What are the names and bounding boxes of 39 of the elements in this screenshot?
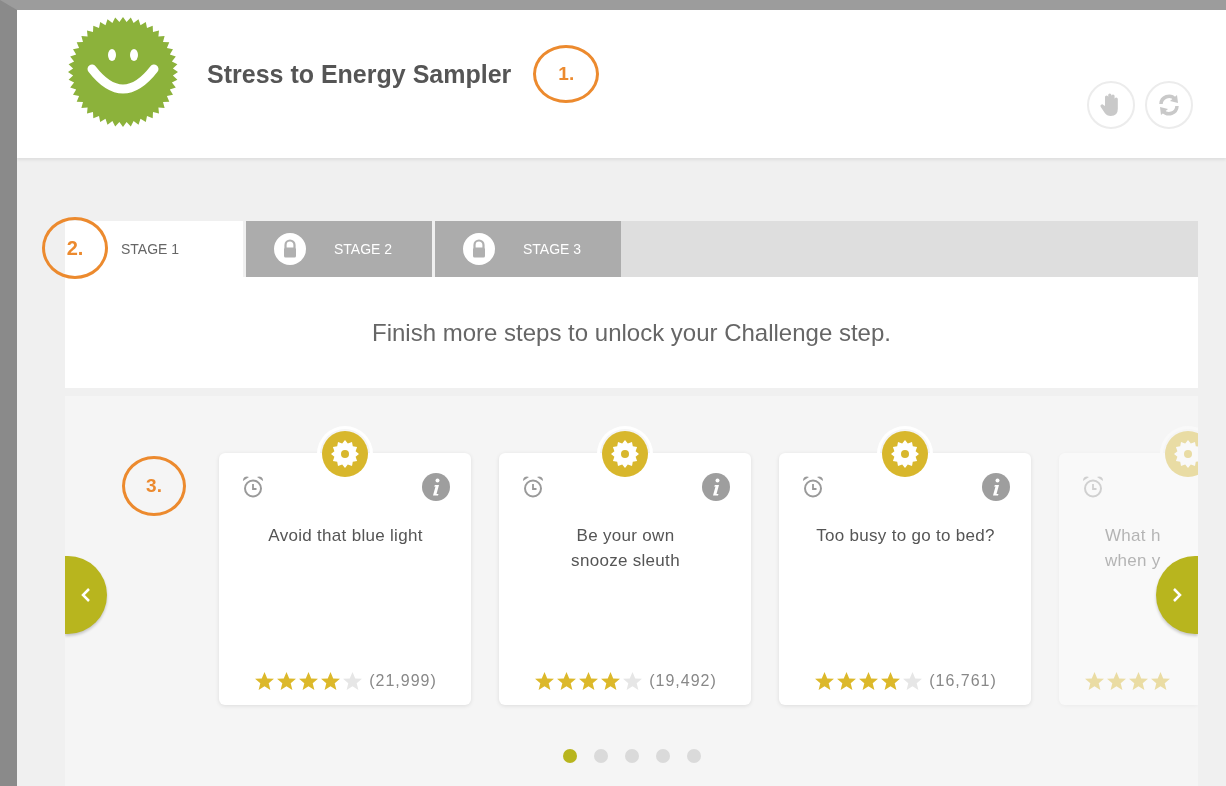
step-card[interactable]: Be your own snooze sleuth (19,492) [499,453,751,705]
unlock-message: Finish more steps to unlock your Challenge step. [372,318,891,347]
gear-icon [880,429,930,479]
info-icon[interactable] [702,473,730,501]
gear-icon [1163,429,1198,479]
page-dot[interactable] [686,749,701,763]
lock-icon [463,233,495,265]
card-title: Be your own snooze sleuth [570,525,681,572]
page-dot[interactable] [624,749,639,763]
step-card[interactable]: Avoid that blue light (21,999) [219,453,471,705]
lock-icon [274,233,306,265]
rating-count: (21,999) [369,672,437,690]
step-card[interactable]: Too busy to go to bed? (16,761) [779,453,1031,705]
alarm-clock-icon [1081,475,1105,499]
rating-count: (16,761) [929,672,997,690]
page-dot[interactable] [562,749,577,763]
smiley-logo-icon [68,17,178,127]
card-title: Avoid that blue light [267,525,424,547]
annotation-marker: 3. [122,456,186,516]
refresh-icon [1157,93,1181,117]
chevron-left-icon [80,587,92,603]
card-title: What h when y [1105,525,1162,572]
gear-icon [600,429,650,479]
rating-count: (19,492) [649,672,717,690]
program-title: Stress to Energy Sampler [207,59,512,89]
previous-button[interactable] [65,556,107,634]
page-dot[interactable] [593,749,608,763]
alarm-clock-icon [241,475,265,499]
annotation-marker: 1. [533,45,600,103]
chevron-right-icon [1171,587,1183,603]
page-dot[interactable] [655,749,670,763]
alarm-clock-icon [801,475,825,499]
refresh-button[interactable] [1145,81,1193,129]
card-title: Too busy to go to bed? [815,525,996,547]
info-icon[interactable] [982,473,1010,501]
hand-button[interactable] [1087,81,1135,129]
info-icon[interactable] [422,473,450,501]
gear-icon [320,429,370,479]
alarm-clock-icon [521,475,545,499]
